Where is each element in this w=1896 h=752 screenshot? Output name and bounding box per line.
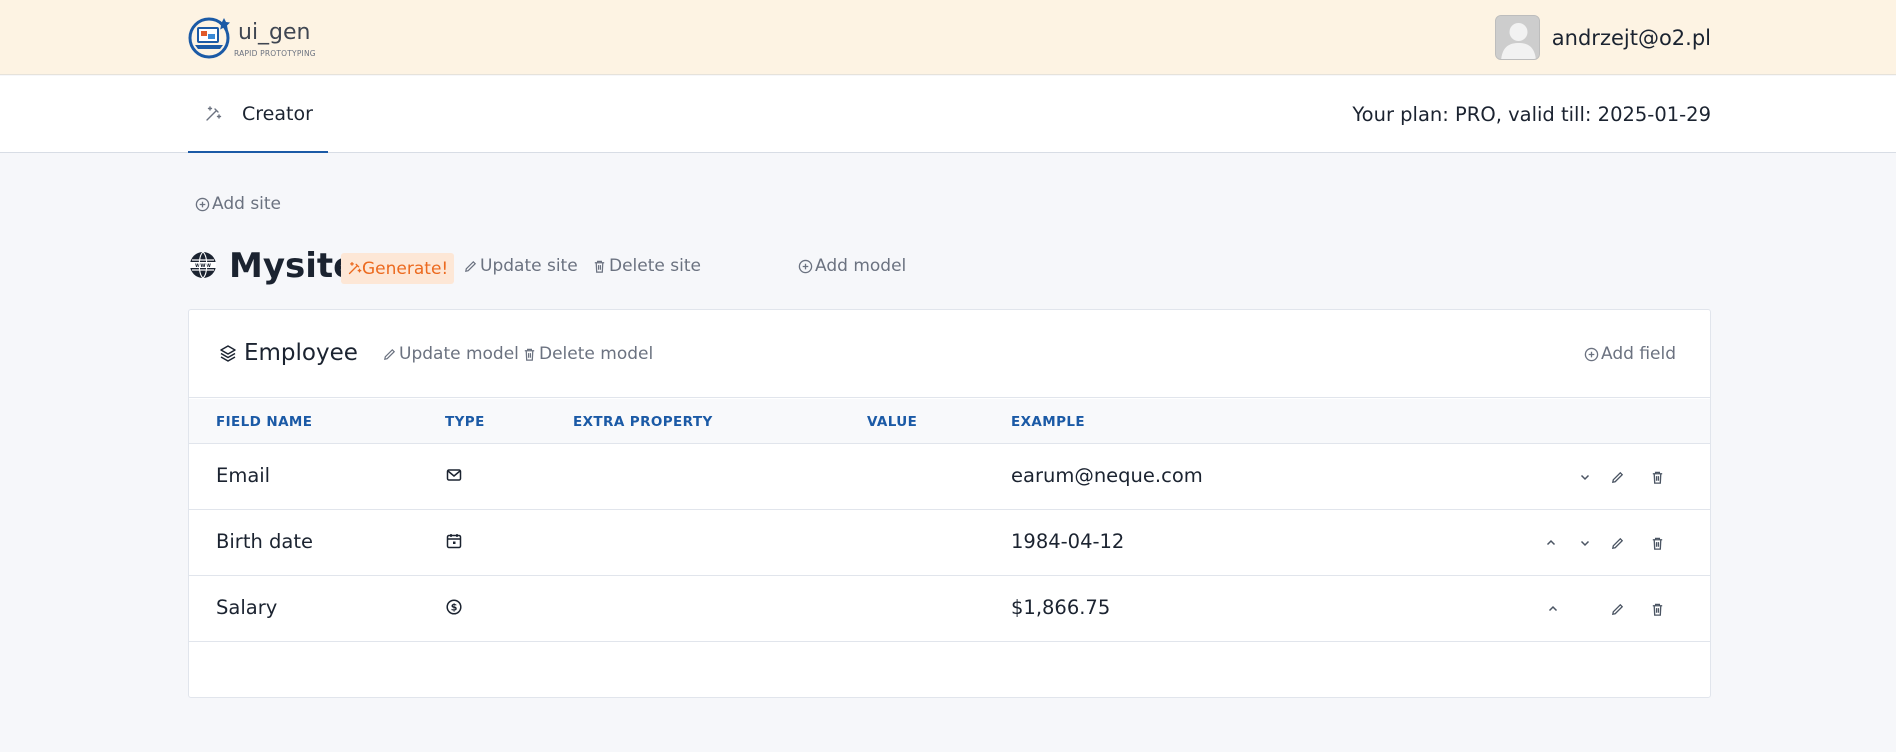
avatar[interactable]: [1494, 15, 1540, 60]
field-name-cell: Email: [216, 464, 271, 487]
generate-button[interactable]: Generate!: [341, 253, 455, 284]
table-row: Birth date 1984-04-12: [189, 510, 1710, 576]
tab-label: Creator: [242, 102, 313, 125]
trash-icon: [1652, 537, 1662, 550]
field-name-cell: Salary: [216, 596, 278, 619]
edit-field-button[interactable]: [1606, 598, 1628, 620]
chevron-up-icon: [1546, 539, 1556, 546]
column-header: TYPE: [445, 414, 485, 430]
example-cell: earum@neque.com: [1011, 464, 1203, 487]
edit-field-button[interactable]: [1606, 532, 1628, 554]
delete-site-button[interactable]: Delete site: [592, 256, 701, 276]
delete-field-button[interactable]: [1646, 466, 1668, 488]
trash-icon: [1652, 603, 1662, 616]
generate-label: Generate!: [362, 258, 449, 279]
delete-model-button[interactable]: Delete model: [522, 344, 653, 364]
move-down-button[interactable]: [1574, 532, 1596, 554]
example-cell: $1,866.75: [1011, 596, 1111, 619]
top-bar: ui_gen RAPID PROTOTYPING andrzejt@o2.pl: [0, 0, 1896, 75]
nav-bar: Creator Your plan: PRO, valid till: 2025…: [0, 76, 1896, 153]
column-header: FIELD NAME: [216, 414, 313, 430]
chevron-down-icon: [1580, 474, 1590, 481]
user-email[interactable]: andrzejt@o2.pl: [1552, 26, 1711, 50]
add-site-button[interactable]: Add site: [195, 194, 281, 214]
move-up-button[interactable]: [1540, 532, 1562, 554]
pencil-icon: [1611, 603, 1623, 615]
example-cell: 1984-04-12: [1011, 530, 1125, 553]
www-globe-icon: www: [190, 251, 216, 279]
update-model-button[interactable]: Update model: [382, 344, 519, 364]
plan-info: Your plan: PRO, valid till: 2025-01-29: [1352, 103, 1711, 126]
chevron-down-icon: [1580, 540, 1590, 547]
add-site-label: Add site: [212, 194, 282, 214]
field-name-cell: Birth date: [216, 530, 313, 553]
add-field-label: Add field: [1601, 344, 1676, 364]
plus-circle-icon: [1584, 347, 1599, 361]
tab-creator[interactable]: Creator: [188, 76, 328, 153]
edit-field-button[interactable]: [1606, 466, 1628, 488]
magic-wand-icon: [206, 105, 222, 121]
add-model-button[interactable]: Add model: [798, 256, 906, 276]
delete-field-button[interactable]: [1646, 598, 1668, 620]
model-card: Employee Update model Delete model Add f…: [188, 309, 1711, 698]
update-site-label: Update site: [480, 256, 578, 276]
dollar-icon: $: [446, 599, 462, 615]
model-header: Employee Update model Delete model Add f…: [189, 310, 1710, 398]
table-row: Email earum@neque.com: [189, 444, 1710, 510]
move-up-button[interactable]: [1542, 598, 1564, 620]
trash-icon: [594, 260, 605, 273]
chevron-up-icon: [1548, 605, 1558, 612]
pencil-icon: [1611, 537, 1623, 549]
app-logo[interactable]: ui_gen RAPID PROTOTYPING: [187, 14, 317, 62]
user-menu[interactable]: andrzejt@o2.pl: [1494, 15, 1711, 60]
logo-title: ui_gen: [238, 20, 311, 45]
delete-field-button[interactable]: [1646, 532, 1668, 554]
calendar-icon: [446, 534, 462, 549]
trash-icon: [1652, 471, 1662, 484]
plus-circle-icon: [798, 259, 813, 273]
model-name: Employee: [244, 340, 358, 366]
delete-site-label: Delete site: [609, 256, 701, 276]
column-header: VALUE: [867, 414, 918, 430]
update-site-button[interactable]: Update site: [463, 256, 578, 276]
pencil-icon: [384, 348, 396, 360]
column-header: EXAMPLE: [1011, 414, 1086, 430]
table-header: FIELD NAME TYPE EXTRA PROPERTY VALUE EXA…: [189, 399, 1710, 444]
pencil-icon: [1611, 471, 1623, 483]
logo-mark-icon: [188, 17, 230, 59]
add-field-button[interactable]: Add field: [1584, 344, 1676, 364]
pencil-icon: [465, 260, 477, 272]
move-down-button[interactable]: [1574, 466, 1596, 488]
add-model-label: Add model: [815, 256, 907, 276]
logo-subtitle: RAPID PROTOTYPING: [234, 49, 316, 58]
delete-model-label: Delete model: [539, 344, 654, 364]
layers-icon: [220, 345, 236, 362]
mail-icon: [446, 469, 462, 481]
column-header: EXTRA PROPERTY: [573, 414, 713, 430]
site-title: Mysite: [229, 246, 357, 286]
magic-wand-icon: [348, 262, 362, 275]
table-row: Salary $ $1,866.75: [189, 576, 1710, 642]
update-model-label: Update model: [399, 344, 519, 364]
plus-circle-icon: [195, 197, 210, 211]
svg-text:$: $: [451, 603, 458, 614]
trash-icon: [524, 348, 535, 361]
user-silhouette-icon: [1495, 16, 1539, 59]
svg-text:www: www: [195, 263, 212, 269]
